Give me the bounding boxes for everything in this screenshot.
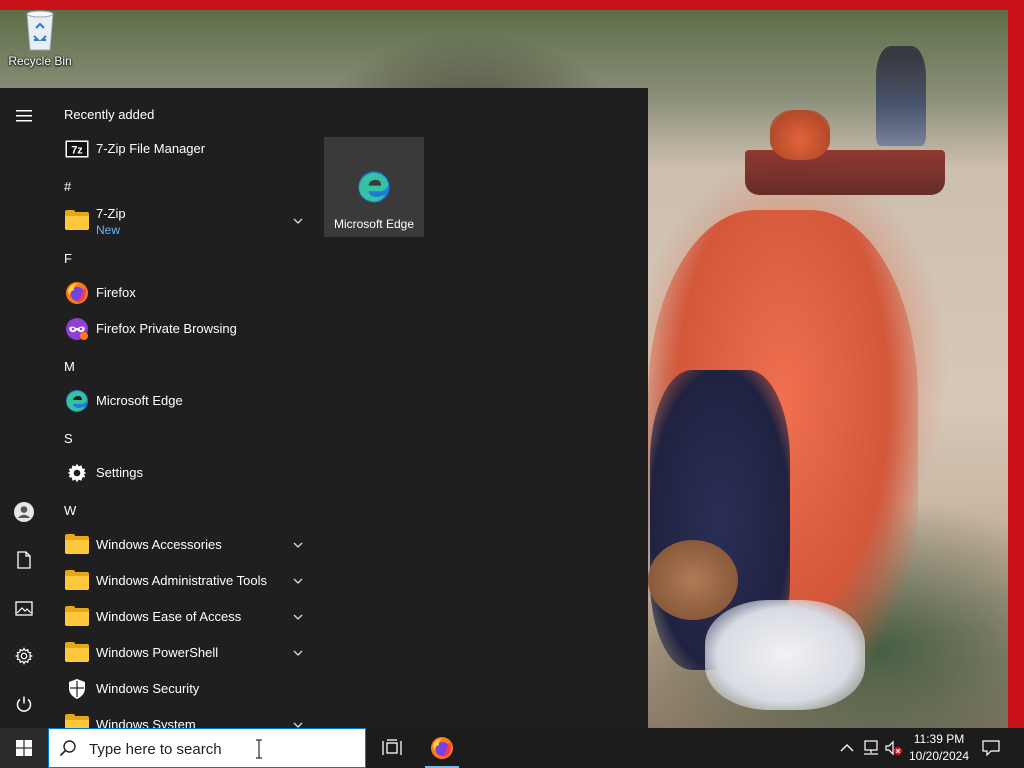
action-center-button[interactable]	[981, 738, 1001, 758]
new-badge: New	[96, 223, 121, 237]
tile-label: Microsoft Edge	[333, 217, 415, 231]
start-app-list[interactable]: Recently added 7z 7-Zip File Manager # 7…	[48, 88, 310, 728]
app-label: Microsoft Edge	[96, 393, 183, 408]
power-icon	[16, 696, 32, 712]
wallpaper-bag	[705, 600, 865, 710]
notification-icon	[982, 740, 1000, 756]
app-label: Windows Ease of Access	[96, 609, 242, 624]
user-account-button[interactable]	[0, 488, 48, 536]
gear-icon	[64, 460, 90, 486]
document-icon	[17, 551, 31, 569]
taskbar-search-box[interactable]	[48, 728, 366, 768]
app-label: Windows Administrative Tools	[96, 573, 267, 588]
network-icon	[864, 740, 878, 755]
volume-button[interactable]	[884, 738, 904, 758]
start-menu: Recently added 7z 7-Zip File Manager # 7…	[0, 88, 648, 728]
recycle-bin-icon	[21, 8, 59, 52]
app-folder-7zip[interactable]: 7-Zip New	[48, 203, 310, 239]
app-windows-security[interactable]: Windows Security	[48, 671, 310, 707]
recycle-bin-label: Recycle Bin	[8, 54, 72, 68]
chevron-down-icon	[293, 614, 303, 620]
windows-logo-icon	[16, 740, 32, 756]
section-header-w[interactable]: W	[64, 493, 76, 529]
volume-muted-icon	[885, 740, 902, 756]
app-label: Firefox	[96, 285, 136, 300]
shield-icon	[64, 676, 90, 702]
wallpaper-person-standing	[876, 46, 926, 146]
recycle-bin-desktop-icon[interactable]: Recycle Bin	[4, 8, 76, 68]
folder-icon	[64, 568, 90, 594]
tile-microsoft-edge[interactable]: Microsoft Edge	[324, 137, 424, 237]
task-view-icon	[382, 739, 402, 755]
7zip-icon: 7z	[64, 136, 90, 162]
folder-icon	[64, 712, 90, 728]
taskbar-firefox-button[interactable]	[419, 728, 465, 768]
settings-rail-button[interactable]	[0, 632, 48, 680]
section-header-s[interactable]: S	[64, 421, 73, 457]
app-folder-windows-system[interactable]: Windows System	[48, 707, 310, 728]
app-firefox-private-browsing[interactable]: Firefox Private Browsing	[48, 311, 310, 347]
section-header-hash[interactable]: #	[64, 169, 71, 205]
show-hidden-icons-button[interactable]	[837, 738, 857, 758]
chevron-up-icon	[840, 744, 854, 752]
firefox-icon	[431, 737, 453, 759]
app-settings[interactable]: Settings	[48, 455, 310, 491]
task-view-button[interactable]	[369, 728, 415, 768]
chevron-down-icon	[293, 650, 303, 656]
firefox-icon	[64, 280, 90, 306]
firefox-private-icon	[64, 316, 90, 342]
taskbar-clock[interactable]: 11:39 PM 10/20/2024	[904, 731, 974, 765]
expand-menu-button[interactable]	[0, 92, 48, 140]
app-folder-windows-administrative-tools[interactable]: Windows Administrative Tools	[48, 563, 310, 599]
edge-icon	[64, 388, 90, 414]
app-folder-windows-ease-of-access[interactable]: Windows Ease of Access	[48, 599, 310, 635]
network-button[interactable]	[861, 738, 881, 758]
app-label: 7-Zip File Manager	[96, 141, 206, 156]
wallpaper-person-vest	[770, 110, 830, 160]
app-label: Windows PowerShell	[96, 645, 219, 660]
edge-icon	[357, 170, 391, 209]
start-menu-rail	[0, 88, 48, 728]
app-label: Firefox Private Browsing	[96, 321, 237, 336]
section-header-f[interactable]: F	[64, 241, 72, 277]
search-icon	[59, 740, 76, 757]
text-cursor-icon	[256, 739, 262, 759]
clock-time: 11:39 PM	[913, 732, 965, 746]
app-label: Windows System	[96, 717, 196, 728]
pictures-icon	[15, 600, 33, 616]
search-input[interactable]	[87, 737, 351, 761]
wallpaper-arm	[648, 540, 738, 620]
clock-date: 10/20/2024	[908, 749, 970, 763]
section-header-m[interactable]: M	[64, 349, 75, 385]
chevron-down-icon	[293, 578, 303, 584]
gear-icon	[15, 647, 33, 665]
app-label: Windows Security	[96, 681, 200, 696]
chevron-down-icon	[293, 218, 303, 224]
folder-icon	[64, 640, 90, 666]
app-label: Windows Accessories	[96, 537, 222, 552]
hamburger-icon	[16, 110, 32, 122]
start-button[interactable]	[0, 728, 48, 768]
desktop-screen: Recycle Bin Recently added 7z 7-Zip File…	[0, 0, 1024, 768]
app-firefox[interactable]: Firefox	[48, 275, 310, 311]
wallpaper-boat	[745, 150, 945, 195]
folder-icon	[64, 532, 90, 558]
chevron-down-icon	[293, 722, 303, 728]
app-microsoft-edge[interactable]: Microsoft Edge	[48, 383, 310, 419]
app-folder-windows-powershell[interactable]: Windows PowerShell	[48, 635, 310, 671]
folder-icon	[64, 604, 90, 630]
svg-text:7z: 7z	[71, 145, 83, 157]
app-label: Settings	[96, 465, 143, 480]
app-folder-windows-accessories[interactable]: Windows Accessories	[48, 527, 310, 563]
recently-added-header: Recently added	[64, 107, 155, 122]
app-label: 7-Zip	[96, 206, 126, 221]
chevron-down-icon	[293, 542, 303, 548]
taskbar: 11:39 PM 10/20/2024	[0, 728, 1024, 768]
user-icon	[14, 502, 34, 522]
folder-icon	[64, 208, 90, 234]
app-7zip-file-manager[interactable]: 7z 7-Zip File Manager	[48, 131, 310, 167]
pictures-button[interactable]	[0, 584, 48, 632]
power-button[interactable]	[0, 680, 48, 728]
documents-button[interactable]	[0, 536, 48, 584]
